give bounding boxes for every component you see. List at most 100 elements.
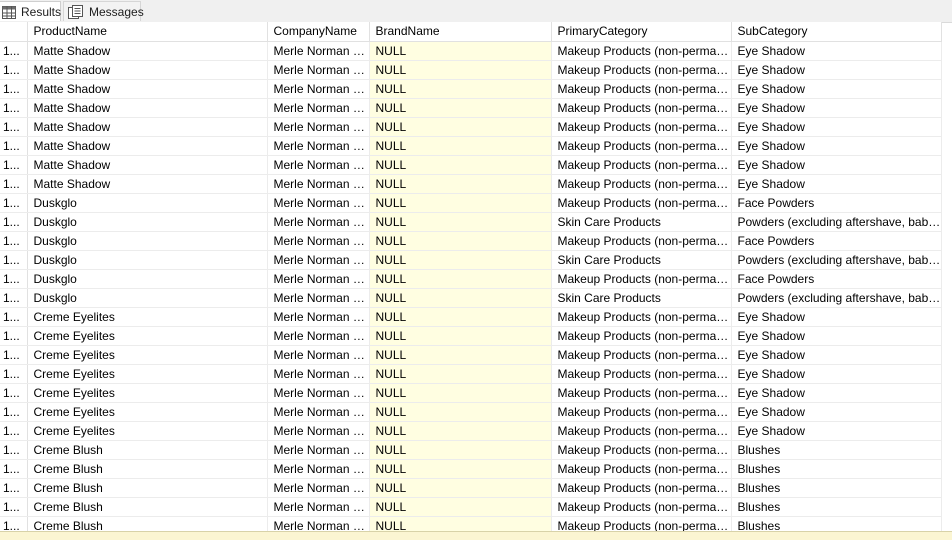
row-number[interactable]: 1... — [0, 383, 28, 403]
tab-results[interactable]: Results — [0, 1, 61, 21]
product-name-cell[interactable]: Creme Blush — [27, 440, 268, 460]
company-name-cell[interactable]: Merle Norman C... — [267, 269, 370, 289]
product-name-cell[interactable]: Matte Shadow — [27, 41, 268, 61]
brand-name-cell[interactable]: NULL — [369, 307, 552, 327]
sub-category-cell[interactable]: Face Powders — [731, 193, 942, 213]
brand-name-cell[interactable]: NULL — [369, 402, 552, 422]
brand-name-cell[interactable]: NULL — [369, 459, 552, 479]
sub-category-cell[interactable]: Eye Shadow — [731, 383, 942, 403]
table-row[interactable]: 1... Duskglo Merle Norman C... NULL Skin Car… — [0, 212, 942, 232]
brand-name-cell[interactable]: NULL — [369, 250, 552, 270]
table-row[interactable]: 1... Creme Eyelites Merle Norman C... NULL M… — [0, 326, 942, 346]
row-number[interactable]: 1... — [0, 250, 28, 270]
sub-category-cell[interactable]: Face Powders — [731, 231, 942, 251]
table-row[interactable]: 1... Creme Eyelites Merle Norman C... NULL M… — [0, 421, 942, 441]
primary-category-cell[interactable]: Makeup Products (non-permanent) — [551, 345, 732, 365]
primary-category-cell[interactable]: Makeup Products (non-permanent) — [551, 98, 732, 118]
brand-name-cell[interactable]: NULL — [369, 345, 552, 365]
table-row[interactable]: 1... Duskglo Merle Norman C... NULL Skin Car… — [0, 288, 942, 308]
product-name-cell[interactable]: Creme Blush — [27, 478, 268, 498]
row-number[interactable]: 1... — [0, 231, 28, 251]
product-name-cell[interactable]: Matte Shadow — [27, 79, 268, 99]
row-number[interactable]: 1... — [0, 212, 28, 232]
column-header-subcategory[interactable]: SubCategory — [731, 22, 942, 42]
sub-category-cell[interactable]: Face Powders — [731, 269, 942, 289]
row-number[interactable]: 1... — [0, 459, 28, 479]
table-row[interactable]: 1... Creme Blush Merle Norman C... NULL Make… — [0, 478, 942, 498]
company-name-cell[interactable]: Merle Norman C... — [267, 288, 370, 308]
primary-category-cell[interactable]: Skin Care Products — [551, 250, 732, 270]
table-row[interactable]: 1... Creme Blush Merle Norman C... NULL Make… — [0, 497, 942, 517]
table-row[interactable]: 1... Duskglo Merle Norman C... NULL Makeup P… — [0, 193, 942, 213]
primary-category-cell[interactable]: Makeup Products (non-permanent) — [551, 440, 732, 460]
table-row[interactable]: 1... Matte Shadow Merle Norman C... NULL Mak… — [0, 155, 942, 175]
primary-category-cell[interactable]: Makeup Products (non-permanent) — [551, 402, 732, 422]
company-name-cell[interactable]: Merle Norman C... — [267, 231, 370, 251]
sub-category-cell[interactable]: Eye Shadow — [731, 98, 942, 118]
company-name-cell[interactable]: Merle Norman C... — [267, 516, 370, 531]
sub-category-cell[interactable]: Blushes — [731, 478, 942, 498]
primary-category-cell[interactable]: Makeup Products (non-permanent) — [551, 516, 732, 531]
product-name-cell[interactable]: Duskglo — [27, 269, 268, 289]
product-name-cell[interactable]: Creme Blush — [27, 497, 268, 517]
sub-category-cell[interactable]: Blushes — [731, 497, 942, 517]
row-number[interactable]: 1... — [0, 288, 28, 308]
tab-messages[interactable]: Messages — [63, 1, 144, 21]
sub-category-cell[interactable]: Blushes — [731, 440, 942, 460]
primary-category-cell[interactable]: Makeup Products (non-permanent) — [551, 364, 732, 384]
table-row[interactable]: 1... Matte Shadow Merle Norman C... NULL Mak… — [0, 98, 942, 118]
table-row[interactable]: 1... Duskglo Merle Norman C... NULL Makeup P… — [0, 269, 942, 289]
company-name-cell[interactable]: Merle Norman C... — [267, 421, 370, 441]
column-header-primarycategory[interactable]: PrimaryCategory — [551, 22, 732, 42]
table-row[interactable]: 1... Creme Blush Merle Norman C... NULL Make… — [0, 459, 942, 479]
company-name-cell[interactable]: Merle Norman C... — [267, 136, 370, 156]
product-name-cell[interactable]: Creme Blush — [27, 459, 268, 479]
table-row[interactable]: 1... Duskglo Merle Norman C... NULL Skin Car… — [0, 250, 942, 270]
row-number[interactable]: 1... — [0, 402, 28, 422]
row-number[interactable]: 1... — [0, 117, 28, 137]
results-grid[interactable]: ProductName CompanyName BrandName PrimaryCa… — [0, 22, 952, 531]
sub-category-cell[interactable]: Powders (excluding aftershave, baby p... — [731, 250, 942, 270]
brand-name-cell[interactable]: NULL — [369, 60, 552, 80]
sub-category-cell[interactable]: Blushes — [731, 459, 942, 479]
primary-category-cell[interactable]: Makeup Products (non-permanent) — [551, 117, 732, 137]
primary-category-cell[interactable]: Makeup Products (non-permanent) — [551, 231, 732, 251]
product-name-cell[interactable]: Duskglo — [27, 250, 268, 270]
product-name-cell[interactable]: Creme Eyelites — [27, 364, 268, 384]
table-row[interactable]: 1... Matte Shadow Merle Norman C... NULL Mak… — [0, 60, 942, 80]
company-name-cell[interactable]: Merle Norman C... — [267, 193, 370, 213]
product-name-cell[interactable]: Creme Eyelites — [27, 307, 268, 327]
product-name-cell[interactable]: Matte Shadow — [27, 174, 268, 194]
primary-category-cell[interactable]: Makeup Products (non-permanent) — [551, 79, 732, 99]
primary-category-cell[interactable]: Makeup Products (non-permanent) — [551, 155, 732, 175]
sub-category-cell[interactable]: Powders (excluding aftershave, baby p... — [731, 212, 942, 232]
company-name-cell[interactable]: Merle Norman C... — [267, 326, 370, 346]
row-number[interactable]: 1... — [0, 440, 28, 460]
row-number[interactable]: 1... — [0, 516, 28, 531]
row-number[interactable]: 1... — [0, 193, 28, 213]
primary-category-cell[interactable]: Makeup Products (non-permanent) — [551, 269, 732, 289]
primary-category-cell[interactable]: Makeup Products (non-permanent) — [551, 136, 732, 156]
company-name-cell[interactable]: Merle Norman C... — [267, 117, 370, 137]
brand-name-cell[interactable]: NULL — [369, 174, 552, 194]
company-name-cell[interactable]: Merle Norman C... — [267, 174, 370, 194]
row-number[interactable]: 1... — [0, 478, 28, 498]
primary-category-cell[interactable]: Makeup Products (non-permanent) — [551, 421, 732, 441]
table-row[interactable]: 1... Creme Eyelites Merle Norman C... NULL M… — [0, 383, 942, 403]
product-name-cell[interactable]: Creme Blush — [27, 516, 268, 531]
primary-category-cell[interactable]: Makeup Products (non-permanent) — [551, 326, 732, 346]
brand-name-cell[interactable]: NULL — [369, 193, 552, 213]
table-row[interactable]: 1... Matte Shadow Merle Norman C... NULL Mak… — [0, 136, 942, 156]
row-number[interactable]: 1... — [0, 155, 28, 175]
brand-name-cell[interactable]: NULL — [369, 516, 552, 531]
primary-category-cell[interactable]: Makeup Products (non-permanent) — [551, 383, 732, 403]
brand-name-cell[interactable]: NULL — [369, 383, 552, 403]
company-name-cell[interactable]: Merle Norman C... — [267, 212, 370, 232]
primary-category-cell[interactable]: Makeup Products (non-permanent) — [551, 193, 732, 213]
row-number[interactable]: 1... — [0, 364, 28, 384]
column-header-brandname[interactable]: BrandName — [369, 22, 552, 42]
brand-name-cell[interactable]: NULL — [369, 288, 552, 308]
row-number[interactable]: 1... — [0, 421, 28, 441]
company-name-cell[interactable]: Merle Norman C... — [267, 383, 370, 403]
primary-category-cell[interactable]: Makeup Products (non-permanent) — [551, 497, 732, 517]
